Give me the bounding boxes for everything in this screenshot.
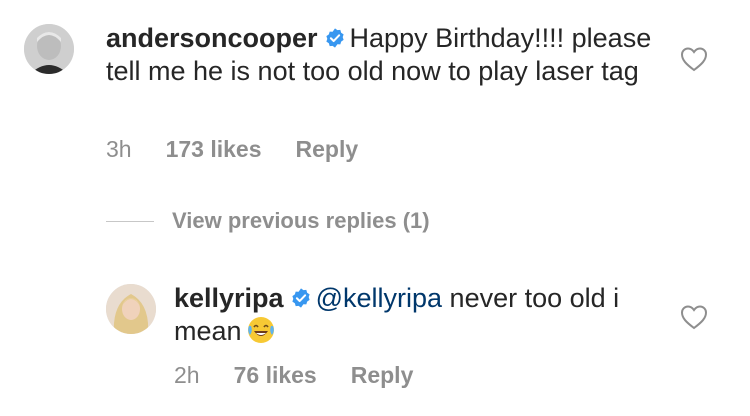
face-with-tears-of-joy-icon xyxy=(247,317,274,343)
comment-likes[interactable]: 173 likes xyxy=(166,136,262,163)
reply-button[interactable]: Reply xyxy=(351,362,414,389)
heart-outline-icon[interactable] xyxy=(680,46,708,72)
comment-likes[interactable]: 76 likes xyxy=(234,362,317,389)
verified-badge-icon xyxy=(325,28,344,48)
view-previous-replies-button[interactable]: View previous replies (1) xyxy=(106,206,430,236)
comment-body: kellyripa @kellyripa never too old i mea… xyxy=(174,282,654,348)
comment-username[interactable]: kellyripa xyxy=(174,283,284,313)
view-previous-replies-label: View previous replies (1) xyxy=(172,208,430,233)
comment-time: 3h xyxy=(106,136,132,162)
comment-body: andersoncooper Happy Birthday!!!! please… xyxy=(106,22,666,88)
comment-time: 2h xyxy=(174,362,200,388)
mention-link[interactable]: @kellyripa xyxy=(316,283,442,313)
avatar-image xyxy=(106,284,156,334)
heart-outline-icon[interactable] xyxy=(680,304,708,330)
reply-button[interactable]: Reply xyxy=(296,136,359,163)
avatar-image xyxy=(24,24,74,74)
comment-meta: 2h 76 likes Reply xyxy=(174,362,413,389)
comment-username[interactable]: andersoncooper xyxy=(106,23,318,53)
divider-line xyxy=(106,220,154,222)
comment-meta: 3h 173 likes Reply xyxy=(106,136,358,163)
comments-panel: andersoncooper Happy Birthday!!!! please… xyxy=(0,0,750,416)
avatar[interactable] xyxy=(106,284,156,334)
avatar[interactable] xyxy=(24,24,74,74)
verified-badge-icon xyxy=(291,288,310,308)
